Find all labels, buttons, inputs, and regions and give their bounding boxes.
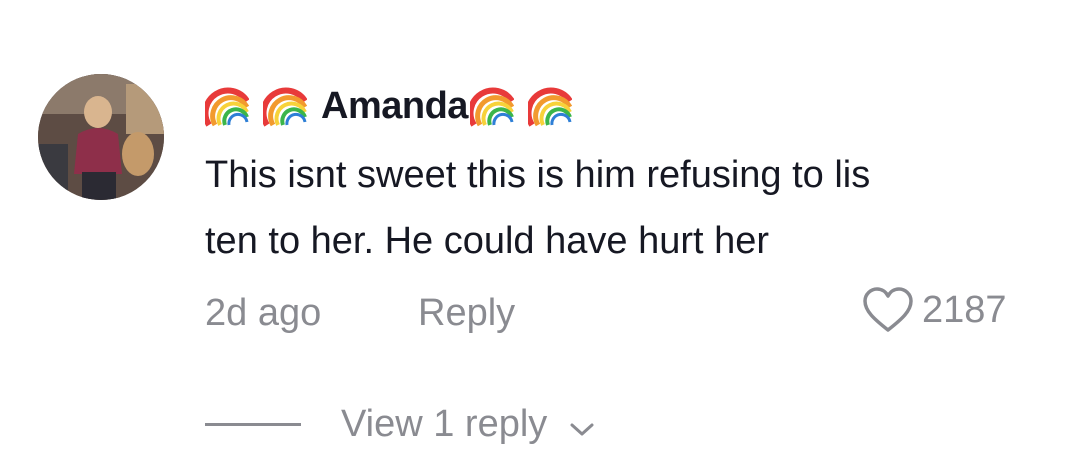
rainbow-icon	[260, 83, 308, 129]
divider	[205, 423, 301, 426]
comment-text: This isnt sweet this is him refusing to …	[205, 142, 1025, 274]
rainbow-icon	[202, 83, 250, 129]
username-row[interactable]: Amanda	[202, 78, 1045, 134]
like-button[interactable]: 2187	[862, 286, 1007, 334]
avatar[interactable]	[38, 74, 164, 200]
like-count: 2187	[922, 288, 1007, 331]
rainbow-icon	[467, 83, 515, 129]
comment-text-line: ten to her. He could have hurt her	[205, 220, 770, 262]
comment-body: Amanda This isnt sweet this is him refus…	[202, 78, 1045, 344]
timestamp: 2d ago	[205, 292, 322, 334]
view-replies-label: View 1 reply	[341, 403, 548, 445]
reply-button[interactable]: Reply	[418, 292, 515, 335]
username[interactable]: Amanda	[321, 85, 468, 128]
chevron-down-icon	[569, 406, 595, 449]
heart-icon	[863, 287, 913, 332]
view-replies-button[interactable]: View 1 reply	[205, 400, 595, 449]
rainbow-icon	[525, 83, 573, 129]
avatar-photo-icon	[38, 74, 164, 200]
comment-item: Amanda This isnt sweet this is him refus…	[0, 0, 1080, 460]
comment-meta: 2d ago Reply 2187	[205, 284, 1045, 344]
comment-text-line: This isnt sweet this is him refusing to …	[205, 154, 871, 196]
